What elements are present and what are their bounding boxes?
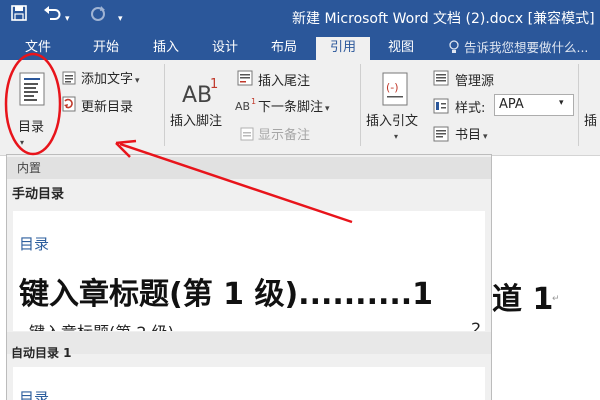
next-footnote-icon: AB 1 — [235, 97, 257, 117]
chevron-down-icon: ▾ — [325, 104, 330, 114]
manual-toc-preview-level2-page: 2 — [471, 319, 482, 331]
insert-footnote-button[interactable]: 插入脚注 — [170, 110, 222, 129]
style-select-value: APA — [499, 97, 524, 112]
quick-access-more-icon[interactable]: ▾ — [118, 8, 123, 30]
update-table-icon — [62, 96, 76, 116]
manual-toc-label: 手动目录 — [12, 187, 65, 202]
show-notes-button[interactable]: 显示备注 — [258, 124, 310, 143]
manual-toc-preview-level1: 键入章标题(第 1 级)..........1 — [19, 277, 434, 312]
add-text-icon — [62, 70, 76, 89]
undo-icon[interactable] — [42, 4, 62, 30]
group-separator — [164, 64, 165, 146]
tab-home[interactable]: 开始 — [84, 37, 128, 60]
bibliography-label: 书目 — [455, 128, 482, 143]
svg-text:1: 1 — [251, 97, 256, 106]
title-bar: ▾ ▾ 新建 Microsoft Word 文档 (2).docx [兼容模式] — [0, 0, 600, 34]
style-select[interactable]: APA ▾ — [494, 94, 574, 116]
chevron-down-icon: ▾ — [135, 76, 140, 86]
toc-dropdown-menu: 内置 手动目录 目录 键入章标题(第 1 级)..........1 键入章标题… — [6, 154, 492, 400]
manage-sources-button[interactable]: 管理源 — [455, 70, 494, 89]
update-toc-button[interactable]: 更新目录 — [81, 96, 133, 115]
window-title: 新建 Microsoft Word 文档 (2).docx [兼容模式] — [292, 11, 595, 27]
manage-sources-icon — [433, 70, 449, 90]
chevron-down-icon[interactable]: ▾ — [394, 132, 398, 141]
svg-text:1: 1 — [210, 77, 218, 92]
tab-layout[interactable]: 布局 — [262, 37, 306, 60]
toc-button-label: 目录 — [18, 120, 45, 135]
style-icon — [433, 98, 449, 118]
toc-button[interactable]: 目录 — [8, 66, 56, 136]
insert-endnote-icon — [237, 70, 253, 90]
document-heading-fragment: 道 1 — [492, 282, 554, 317]
auto-toc-option[interactable]: 目录 — [13, 367, 485, 400]
insert-endnote-button[interactable]: 插入尾注 — [258, 70, 310, 89]
manual-toc-preview-title: 目录 — [19, 235, 50, 253]
lightbulb-icon — [448, 40, 464, 55]
tab-view[interactable]: 视图 — [379, 37, 423, 60]
save-icon[interactable] — [10, 4, 28, 28]
insert-citation-icon: (-) — [382, 72, 408, 110]
tab-design[interactable]: 设计 — [203, 37, 247, 60]
bibliography-button[interactable]: 书目 ▾ — [455, 124, 488, 143]
insert-footnote-icon: AB 1 — [182, 76, 218, 110]
tab-file[interactable]: 文件 — [18, 37, 58, 60]
next-footnote-label: 下一条脚注 — [258, 100, 324, 115]
document-canvas[interactable]: 道 1 ↵ — [492, 156, 600, 400]
group-separator — [578, 64, 579, 146]
ribbon-tabs: 文件 开始 插入 设计 布局 引用 视图 告诉我您想要做什么... — [0, 34, 600, 60]
table-of-contents-icon — [19, 72, 45, 110]
tell-me-box[interactable]: 告诉我您想要做什么... — [448, 37, 588, 59]
svg-text:AB: AB — [182, 83, 212, 106]
chevron-down-icon: ▾ — [559, 98, 564, 108]
auto-toc-label: 自动目录 1 — [11, 346, 72, 360]
undo-dropdown-icon[interactable]: ▾ — [65, 8, 70, 30]
toc-dropdown-icon[interactable]: ▾ — [20, 138, 24, 147]
add-text-label: 添加文字 — [81, 72, 134, 87]
tab-insert[interactable]: 插入 — [144, 37, 188, 60]
ribbon-panel: 目录 ▾ 添加文字 ▾ 更新目录 AB 1 插入脚注 插入尾注 AB 1 下一条脚注 ▾… — [0, 60, 600, 156]
show-notes-icon — [240, 126, 254, 145]
add-text-button[interactable]: 添加文字 ▾ — [81, 68, 140, 87]
manual-toc-preview-level2: 键入章标题(第 2 级) — [29, 319, 174, 331]
style-label: 样式: — [455, 101, 486, 116]
next-footnote-button[interactable]: 下一条脚注 ▾ — [258, 96, 330, 115]
auto-toc-preview-title: 目录 — [19, 389, 50, 400]
svg-text:AB: AB — [235, 100, 250, 113]
svg-text:(-): (-) — [386, 81, 399, 94]
insert-citation-button[interactable]: 插入引文 — [366, 110, 418, 129]
redo-icon[interactable] — [88, 4, 108, 30]
auto-toc-header-band — [7, 332, 491, 354]
chevron-down-icon: ▾ — [483, 132, 488, 142]
bibliography-icon — [433, 126, 449, 146]
tell-me-text: 告诉我您想要做什么... — [463, 40, 589, 55]
group-separator — [360, 64, 361, 146]
insert-caption-button[interactable]: 插 — [584, 110, 597, 129]
paragraph-mark-icon: ↵ — [552, 294, 560, 304]
tab-references[interactable]: 引用 — [316, 37, 370, 60]
builtin-section-header: 内置 — [7, 157, 491, 179]
manual-toc-option[interactable]: 目录 键入章标题(第 1 级)..........1 键入章标题(第 2 级) … — [13, 211, 485, 331]
